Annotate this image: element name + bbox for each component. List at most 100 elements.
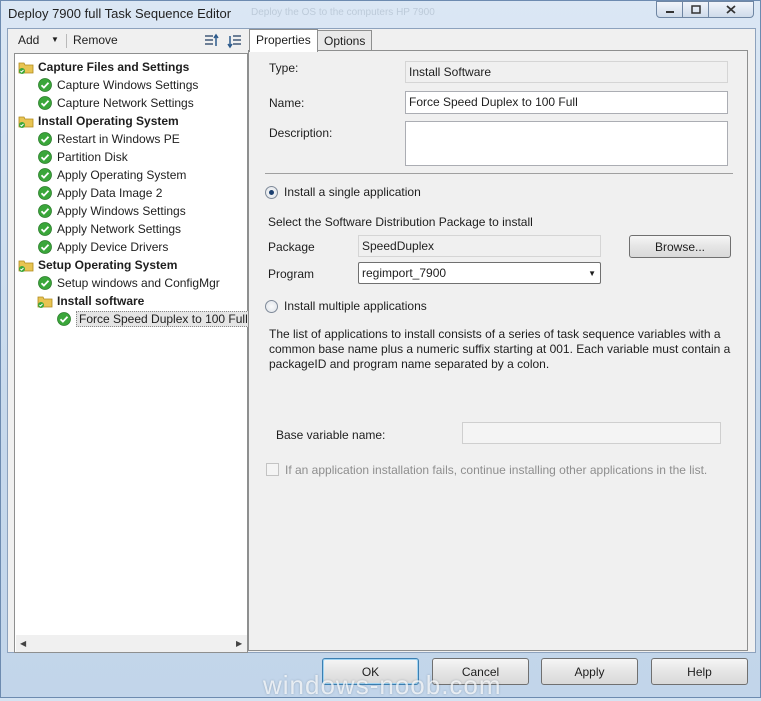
cancel-button[interactable]: Cancel — [432, 658, 529, 685]
install-multiple-applications-label[interactable]: Install multiple applications — [284, 299, 427, 313]
minimize-button[interactable] — [656, 1, 683, 18]
tab-options[interactable]: Options — [317, 30, 373, 52]
tree-group-item[interactable]: Install Operating System — [18, 112, 179, 130]
tree-item-label: Install software — [57, 294, 145, 308]
tree-step-item[interactable]: Apply Windows Settings — [37, 202, 186, 220]
close-icon — [726, 5, 736, 14]
minimize-icon — [665, 10, 674, 13]
description-line: packageID and program name separated by … — [269, 357, 550, 371]
horizontal-scrollbar[interactable]: ◀ ▶ — [16, 635, 247, 652]
tree-group-item[interactable]: Capture Files and Settings — [18, 58, 189, 76]
tree-step-item[interactable]: Apply Device Drivers — [37, 238, 168, 256]
tree-item-label: Partition Disk — [57, 150, 128, 164]
tree-item-label: Apply Network Settings — [57, 222, 182, 236]
tree-step-item[interactable]: Restart in Windows PE — [37, 130, 180, 148]
maximize-button[interactable] — [682, 1, 709, 18]
tree-step-item[interactable]: Force Speed Duplex to 100 Full — [56, 310, 251, 328]
editor-content: Add ▼ Remove Capture Files and Settings … — [7, 28, 756, 653]
scroll-left-icon[interactable]: ◀ — [20, 639, 26, 648]
scroll-right-icon[interactable]: ▶ — [236, 639, 242, 648]
remove-button[interactable]: Remove — [73, 33, 118, 47]
name-field[interactable]: Force Speed Duplex to 100 Full — [405, 91, 728, 114]
description-line: common base name plus a numeric suffix s… — [269, 342, 731, 356]
separator-line — [265, 173, 733, 174]
add-dropdown-arrow-icon[interactable]: ▼ — [51, 35, 59, 44]
close-button[interactable] — [708, 1, 754, 18]
tree-item-label: Capture Network Settings — [57, 96, 194, 110]
tree-step-item[interactable]: Apply Network Settings — [37, 220, 181, 238]
program-select-value: regimport_7900 — [362, 266, 447, 280]
green-check-icon — [37, 185, 53, 201]
tree-item-label: Setup Operating System — [38, 258, 178, 272]
background-window-ghost-text: Deploy the OS to the computers HP 7900 — [251, 7, 435, 18]
select-package-text: Select the Software Distribution Package… — [268, 215, 533, 229]
tree-group-item[interactable]: Install software — [37, 292, 144, 310]
folder-icon — [37, 293, 53, 309]
tree-toolbar: Add ▼ Remove — [14, 30, 248, 52]
base-variable-name-field[interactable] — [462, 422, 721, 444]
task-sequence-editor-window: Deploy 7900 full Task Sequence Editor De… — [0, 0, 761, 700]
program-select[interactable]: regimport_7900 ▼ — [358, 262, 601, 284]
tree-item-label: Capture Files and Settings — [38, 60, 190, 74]
description-field[interactable] — [405, 121, 728, 166]
tree-item-label: Force Speed Duplex to 100 Full — [76, 311, 251, 327]
toolbar-separator — [66, 34, 67, 48]
description-line: The list of applications to install cons… — [269, 327, 721, 341]
tab-properties[interactable]: Properties — [249, 29, 318, 52]
maximize-icon — [690, 5, 701, 14]
window-title: Deploy 7900 full Task Sequence Editor — [8, 6, 232, 21]
add-menu-button[interactable]: Add — [18, 33, 39, 47]
green-check-icon — [37, 131, 53, 147]
title-bar[interactable]: Deploy 7900 full Task Sequence Editor De… — [1, 1, 760, 27]
properties-panel: Type: Install Software Name: Force Speed… — [248, 50, 748, 651]
type-field: Install Software — [405, 61, 728, 83]
install-single-application-label[interactable]: Install a single application — [284, 185, 421, 199]
install-single-application-radio[interactable] — [265, 186, 278, 199]
ok-button[interactable]: OK — [322, 658, 419, 685]
green-check-icon — [37, 167, 53, 183]
green-check-icon — [37, 95, 53, 111]
task-sequence-tree[interactable]: Capture Files and Settings Capture Window… — [14, 53, 251, 653]
package-label: Package — [268, 240, 315, 254]
folder-icon — [18, 59, 34, 75]
green-check-icon — [56, 311, 72, 327]
tree-step-item[interactable]: Capture Windows Settings — [37, 76, 198, 94]
task-sequence-pane: Add ▼ Remove Capture Files and Settings … — [14, 30, 251, 653]
tree-step-item[interactable]: Apply Data Image 2 — [37, 184, 162, 202]
tree-item-label: Install Operating System — [38, 114, 179, 128]
chevron-down-icon: ▼ — [588, 269, 596, 278]
tree-step-item[interactable]: Capture Network Settings — [37, 94, 194, 112]
base-variable-name-label: Base variable name: — [276, 428, 386, 442]
green-check-icon — [37, 275, 53, 291]
tree-step-item[interactable]: Apply Operating System — [37, 166, 186, 184]
folder-icon — [18, 113, 34, 129]
type-label: Type: — [269, 61, 299, 75]
tree-item-label: Apply Data Image 2 — [57, 186, 163, 200]
tree-item-label: Setup windows and ConfigMgr — [57, 276, 220, 290]
tree-item-label: Capture Windows Settings — [57, 78, 199, 92]
tree-step-item[interactable]: Setup windows and ConfigMgr — [37, 274, 220, 292]
green-check-icon — [37, 149, 53, 165]
multiple-applications-description: The list of applications to install cons… — [269, 327, 730, 372]
move-up-icon[interactable] — [204, 33, 220, 49]
tree-step-item[interactable]: Partition Disk — [37, 148, 128, 166]
browse-button[interactable]: Browse... — [629, 235, 731, 258]
continue-on-failure-label[interactable]: If an application installation fails, co… — [285, 463, 707, 477]
tree-item-label: Restart in Windows PE — [57, 132, 180, 146]
program-label: Program — [268, 267, 315, 281]
green-check-icon — [37, 203, 53, 219]
move-down-icon[interactable] — [227, 33, 243, 49]
tree-group-item[interactable]: Setup Operating System — [18, 256, 177, 274]
name-label: Name: — [269, 96, 305, 110]
description-label: Description: — [269, 126, 333, 140]
help-button[interactable]: Help — [651, 658, 748, 685]
folder-icon — [18, 257, 34, 273]
tree-item-label: Apply Device Drivers — [57, 240, 169, 254]
tree-item-label: Apply Windows Settings — [57, 204, 186, 218]
package-field: SpeedDuplex — [358, 235, 601, 257]
continue-on-failure-checkbox[interactable] — [266, 463, 279, 476]
apply-button[interactable]: Apply — [541, 658, 638, 685]
green-check-icon — [37, 239, 53, 255]
install-multiple-applications-radio[interactable] — [265, 300, 278, 313]
green-check-icon — [37, 77, 53, 93]
